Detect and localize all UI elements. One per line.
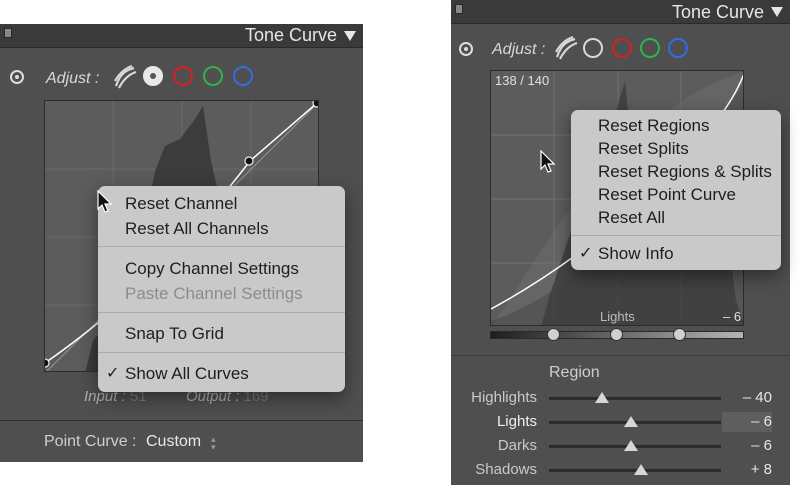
menu-item-copy-channel-settings[interactable]: Copy Channel Settings	[98, 258, 345, 280]
slider-label-darks: Darks	[497, 437, 537, 454]
triangle-down-icon[interactable]	[344, 31, 356, 41]
graph-readout: 138 / 140	[495, 73, 550, 88]
channel-red-button[interactable]	[173, 66, 193, 86]
slider-track-highlights[interactable]	[549, 397, 721, 400]
menu-separator	[98, 246, 345, 247]
divider	[451, 355, 790, 356]
checkmark-icon: ✓	[106, 365, 120, 382]
collapse-icon[interactable]	[455, 4, 463, 14]
menu-item-label: Show All Curves	[125, 364, 249, 383]
graph-region-value: – 6	[723, 309, 742, 324]
slider-value-darks[interactable]: – 6	[722, 437, 772, 454]
slider-thumb-shadows[interactable]	[634, 464, 648, 475]
channel-green-button[interactable]	[640, 38, 660, 58]
rgb-channels-icon[interactable]	[553, 35, 579, 61]
right-context-menu: Reset Regions Reset Splits Reset Regions…	[571, 110, 781, 270]
left-panel-header[interactable]: Tone Curve	[0, 24, 363, 48]
slider-label-highlights: Highlights	[471, 389, 537, 406]
menu-separator	[98, 352, 345, 353]
slider-thumb-lights[interactable]	[624, 416, 638, 427]
menu-item-reset-all[interactable]: Reset All	[571, 207, 781, 229]
channel-green-button[interactable]	[203, 66, 223, 86]
menu-item-label: Show Info	[598, 244, 674, 263]
menu-item-reset-regions[interactable]: Reset Regions	[571, 115, 781, 137]
rgb-channels-icon[interactable]	[112, 64, 138, 90]
triangle-down-icon[interactable]	[771, 7, 783, 17]
menu-item-reset-channel[interactable]: Reset Channel	[98, 193, 345, 215]
graph-region-label: Lights	[600, 309, 635, 324]
channel-blue-button[interactable]	[233, 66, 253, 86]
checkmark-icon: ✓	[579, 245, 593, 262]
arrow-cursor-icon	[540, 150, 556, 173]
slider-thumb-highlights[interactable]	[595, 392, 609, 403]
point-curve-label: Point Curve :	[44, 433, 137, 450]
split-handle-shadows[interactable]	[547, 328, 560, 341]
channel-all-button[interactable]	[143, 66, 163, 86]
menu-item-paste-channel-settings: Paste Channel Settings	[125, 284, 303, 303]
split-handle-highlights[interactable]	[673, 328, 686, 341]
target-adjust-icon[interactable]	[459, 42, 473, 56]
slider-thumb-darks[interactable]	[624, 440, 638, 451]
menu-item-reset-splits[interactable]: Reset Splits	[571, 138, 781, 160]
panel-title: Tone Curve	[671, 2, 764, 22]
divider	[0, 420, 363, 421]
target-adjust-icon[interactable]	[10, 70, 24, 84]
arrow-cursor-icon	[97, 190, 113, 213]
channel-red-button[interactable]	[612, 38, 632, 58]
menu-item-reset-point-curve[interactable]: Reset Point Curve	[571, 184, 781, 206]
menu-item-reset-regions-splits[interactable]: Reset Regions & Splits	[571, 161, 781, 183]
split-handle-midtones[interactable]	[610, 328, 623, 341]
right-panel-header[interactable]: Tone Curve	[451, 0, 790, 24]
slider-value-shadows[interactable]: + 8	[722, 461, 772, 478]
slider-value-highlights[interactable]: – 40	[722, 389, 772, 406]
panel-title: Tone Curve	[244, 25, 337, 45]
channel-blue-button[interactable]	[668, 38, 688, 58]
adjust-label: Adjust :	[492, 41, 546, 58]
menu-item-reset-all-channels[interactable]: Reset All Channels	[98, 218, 345, 240]
menu-separator	[571, 235, 781, 236]
slider-label-lights: Lights	[496, 413, 537, 430]
menu-separator	[98, 312, 345, 313]
slider-label-shadows: Shadows	[475, 461, 537, 478]
menu-item-show-all-curves[interactable]: ✓ Show All Curves	[98, 363, 345, 385]
menu-item-show-info[interactable]: ✓ Show Info	[571, 243, 781, 265]
slider-value-lights[interactable]: – 6	[722, 412, 772, 432]
left-context-menu: Reset Channel Reset All Channels Copy Ch…	[98, 186, 345, 392]
channel-all-button[interactable]	[583, 38, 603, 58]
adjust-label: Adjust :	[46, 70, 100, 87]
region-title: Region	[549, 364, 600, 381]
point-curve-select[interactable]: Custom	[146, 433, 201, 451]
collapse-icon[interactable]	[4, 28, 12, 38]
select-arrows-icon[interactable]: ▴ ▾	[211, 435, 216, 452]
menu-item-snap-to-grid[interactable]: Snap To Grid	[98, 323, 345, 345]
